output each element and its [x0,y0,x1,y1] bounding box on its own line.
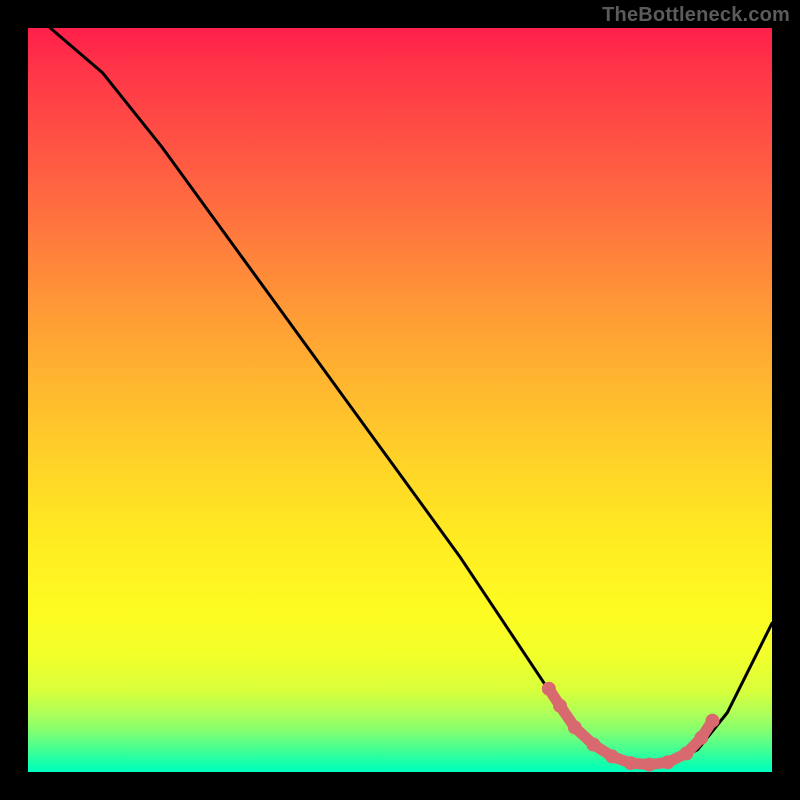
bottleneck-curve [50,28,772,765]
plot-area [28,28,772,772]
markers-group [542,682,720,772]
marker-dot [642,758,656,772]
chart-frame: TheBottleneck.com [0,0,800,800]
marker-dot [553,699,567,713]
marker-dot [624,756,638,770]
marker-dot [605,749,619,763]
marker-dot [706,714,720,728]
chart-svg [28,28,772,772]
marker-dot [542,682,556,696]
marker-dot [568,720,582,734]
marker-dot [679,746,693,760]
marker-dot [586,738,600,752]
marker-dot [694,731,708,745]
marker-dot [661,755,675,769]
curve-group [50,28,772,765]
watermark-text: TheBottleneck.com [602,4,790,27]
